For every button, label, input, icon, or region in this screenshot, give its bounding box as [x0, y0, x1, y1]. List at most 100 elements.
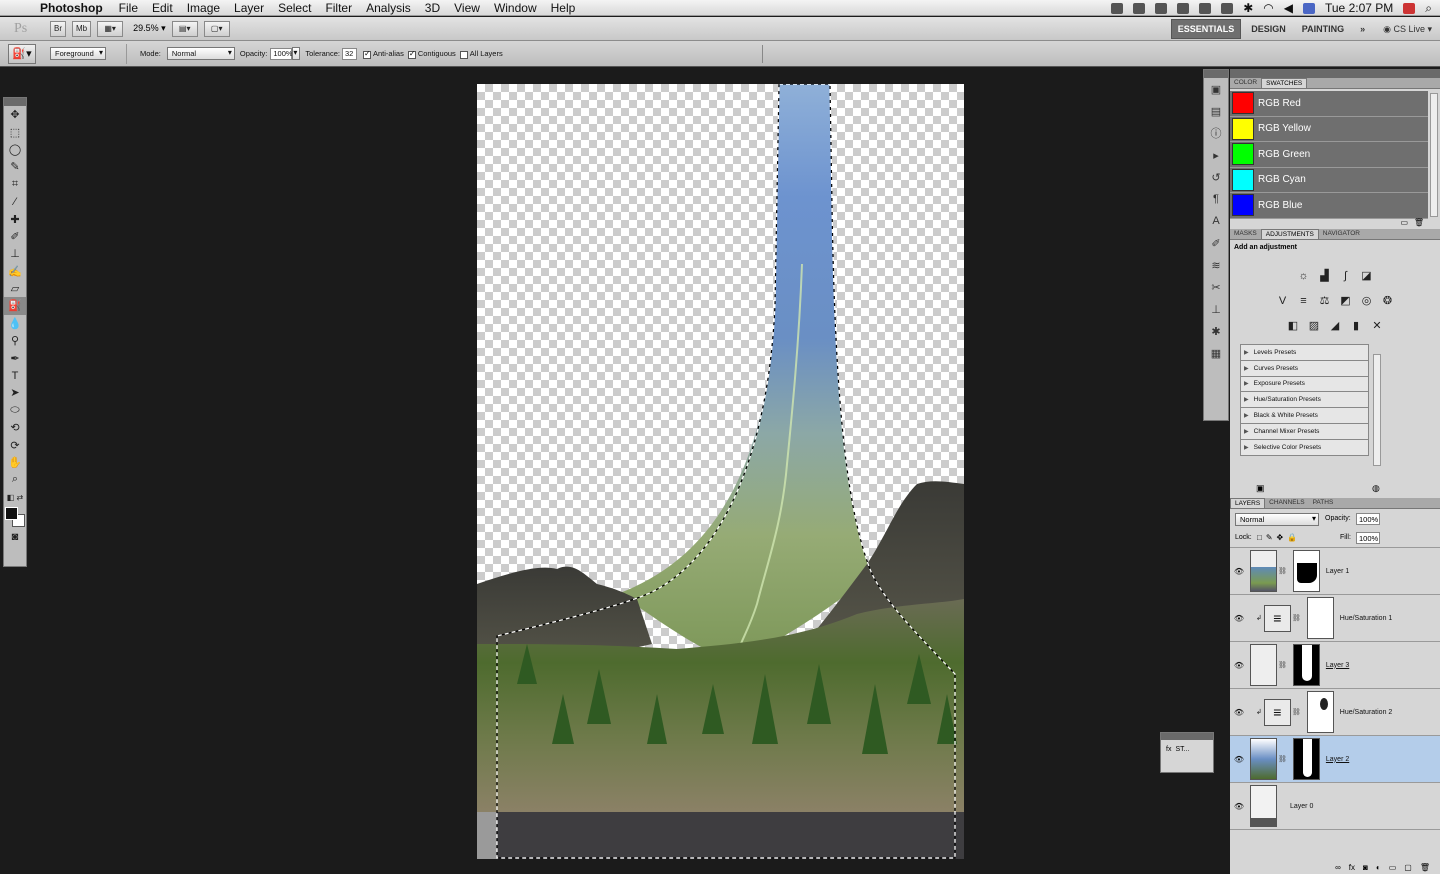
preset-item[interactable]: Levels Presets	[1240, 345, 1369, 361]
mode-select[interactable]: Normal	[166, 47, 235, 60]
tool-preset-picker[interactable]: ⛽ ▾	[8, 43, 36, 64]
3d-rotate-tool-icon[interactable]: ⟲	[4, 419, 26, 436]
wifi-icon[interactable]: ◠	[1263, 1, 1273, 15]
presets-scrollbar[interactable]	[1373, 354, 1381, 466]
preset-item[interactable]: Selective Color Presets	[1240, 439, 1369, 456]
tab-masks[interactable]: MASKS	[1230, 229, 1261, 239]
workspace-painting[interactable]: PAINTING	[1296, 20, 1350, 38]
tool-presets-panel-icon[interactable]: ✂	[1204, 276, 1228, 298]
tab-adjustments[interactable]: ADJUSTMENTS	[1260, 229, 1319, 239]
preset-item[interactable]: Black & White Presets	[1240, 408, 1369, 424]
path-select-tool-icon[interactable]: ➤	[4, 384, 26, 401]
view-extras-button[interactable]: ▦▾	[97, 20, 124, 37]
layer-row[interactable]: 👁 Layer 0	[1230, 783, 1440, 830]
history-panel-icon[interactable]: ↺	[1204, 166, 1228, 188]
adjustment-options-icon[interactable]: ◍	[1372, 483, 1380, 494]
history-brush-tool-icon[interactable]: ✍	[4, 263, 26, 280]
invert-icon[interactable]: ◧	[1284, 317, 1302, 334]
visibility-eye-icon[interactable]: 👁	[1230, 567, 1248, 576]
shape-tool-icon[interactable]: ⬭	[4, 402, 26, 419]
brush-panel-icon[interactable]: ≋	[1204, 254, 1228, 276]
mask-link-icon[interactable]: ⛓	[1292, 708, 1301, 716]
type-tool-icon[interactable]: T	[4, 367, 26, 384]
layer-mask-thumbnail[interactable]	[1292, 550, 1320, 592]
tab-layers[interactable]: LAYERS	[1230, 498, 1266, 508]
tab-paths[interactable]: PATHS	[1309, 498, 1338, 508]
app-menu[interactable]: Photoshop	[40, 1, 112, 15]
hue-saturation-icon[interactable]: ≡	[1295, 292, 1313, 309]
tab-channels[interactable]: CHANNELS	[1265, 498, 1308, 508]
eyedropper-tool-icon[interactable]: ⁄	[4, 193, 26, 210]
zoom-level[interactable]: 29.5% ▾	[133, 23, 166, 34]
evernote-icon[interactable]	[1177, 2, 1190, 14]
anti-alias-checkbox[interactable]	[362, 49, 371, 59]
foreground-color-swatch[interactable]	[5, 506, 18, 520]
hand-tool-icon[interactable]: ✋	[4, 454, 26, 471]
pen-tool-icon[interactable]: ✒	[4, 349, 26, 366]
layer-style-icon[interactable]: fx	[1349, 863, 1355, 872]
threshold-icon[interactable]: ◢	[1326, 317, 1344, 334]
dropbox-icon[interactable]	[1111, 2, 1124, 14]
brush-presets-panel-icon[interactable]: ✐	[1204, 232, 1228, 254]
add-mask-icon[interactable]: ◙	[1363, 863, 1368, 872]
brightness-icon[interactable]: ☼	[1295, 267, 1313, 284]
clone-source-panel-icon[interactable]: ⊥	[1204, 298, 1228, 320]
menu-filter[interactable]: Filter	[318, 1, 359, 15]
screen-mode-button[interactable]: ▢▾	[203, 20, 230, 37]
stamp-tool-icon[interactable]: ⊥	[4, 245, 26, 262]
layer-mask-thumbnail[interactable]	[1292, 738, 1320, 780]
fill-source-select[interactable]: Foreground	[50, 47, 106, 60]
flag-icon[interactable]	[1303, 2, 1315, 14]
menu-help[interactable]: Help	[544, 1, 583, 15]
preset-item[interactable]: Hue/Saturation Presets	[1240, 392, 1369, 409]
workspace-design[interactable]: DESIGN	[1245, 20, 1292, 38]
new-swatch-icon[interactable]: ▭	[1400, 218, 1408, 227]
paint-bucket-tool-icon[interactable]: ⛽	[4, 297, 26, 315]
camera-icon[interactable]	[1133, 2, 1146, 14]
character-panel-icon[interactable]: A	[1204, 210, 1228, 232]
swatch-row[interactable]: RGB Blue	[1230, 193, 1428, 219]
menu-select[interactable]: Select	[271, 1, 318, 15]
new-layer-icon[interactable]: ▢	[1404, 863, 1412, 872]
visibility-eye-icon[interactable]: 👁	[1230, 614, 1248, 623]
menu-analysis[interactable]: Analysis	[359, 1, 418, 15]
color-balance-icon[interactable]: ⚖	[1316, 292, 1334, 309]
photo-filter-icon[interactable]: ◎	[1358, 292, 1376, 309]
delete-swatch-icon[interactable]: 🗑	[1414, 218, 1424, 227]
actions-panel-icon[interactable]: ✱	[1204, 320, 1228, 342]
mask-link-icon[interactable]: ⛓	[1278, 567, 1287, 575]
animation-panel-icon[interactable]: ▸	[1204, 144, 1228, 166]
zoom-tool-icon[interactable]: ⌕	[4, 471, 26, 488]
blur-tool-icon[interactable]: 💧	[4, 315, 26, 332]
brush-tool-icon[interactable]: ✐	[4, 228, 26, 245]
preset-item[interactable]: Exposure Presets	[1240, 376, 1369, 393]
new-adjustment-icon[interactable]: ◐	[1376, 863, 1381, 872]
black-white-icon[interactable]: ◩	[1337, 292, 1355, 309]
mask-link-icon[interactable]: ⛓	[1292, 614, 1301, 622]
tab-color[interactable]: COLOR	[1230, 78, 1261, 88]
layer-row[interactable]: 👁 ↲ ≡ ⛓ Hue/Saturation 2	[1230, 689, 1440, 736]
contiguous-checkbox[interactable]	[407, 49, 416, 59]
sync-icon[interactable]	[1199, 2, 1212, 14]
timemachine-icon[interactable]	[1221, 2, 1234, 14]
workspace-essentials[interactable]: ESSENTIALS	[1170, 19, 1242, 39]
bluetooth-icon[interactable]: ✱	[1243, 1, 1253, 15]
layer-row[interactable]: 👁 ⛓ Layer 2	[1230, 736, 1440, 783]
layer-mask-thumbnail[interactable]	[1306, 597, 1334, 639]
clock[interactable]: Tue 2:07 PM	[1325, 1, 1393, 15]
curves-icon[interactable]: ∫	[1337, 267, 1355, 284]
vibrance-icon[interactable]: V	[1274, 292, 1292, 309]
move-tool-icon[interactable]: ✥	[4, 106, 26, 123]
dodge-tool-icon[interactable]: ⚲	[4, 332, 26, 349]
panel-column-grip[interactable]	[1230, 69, 1440, 78]
delete-layer-icon[interactable]: 🗑	[1420, 863, 1430, 872]
marquee-tool-icon[interactable]: ⬚	[4, 123, 26, 140]
blend-mode-select[interactable]: Normal	[1235, 513, 1319, 526]
quick-mask-icon[interactable]: ◙	[4, 528, 26, 545]
link-layers-icon[interactable]: ∞	[1335, 863, 1341, 872]
swatch-row[interactable]: RGB Yellow	[1230, 116, 1428, 142]
tab-swatches[interactable]: SWATCHES	[1261, 78, 1308, 88]
new-group-icon[interactable]: ▭	[1389, 863, 1397, 872]
opacity-dropdown[interactable]	[292, 47, 301, 60]
opacity-input[interactable]: 100%	[270, 47, 293, 60]
